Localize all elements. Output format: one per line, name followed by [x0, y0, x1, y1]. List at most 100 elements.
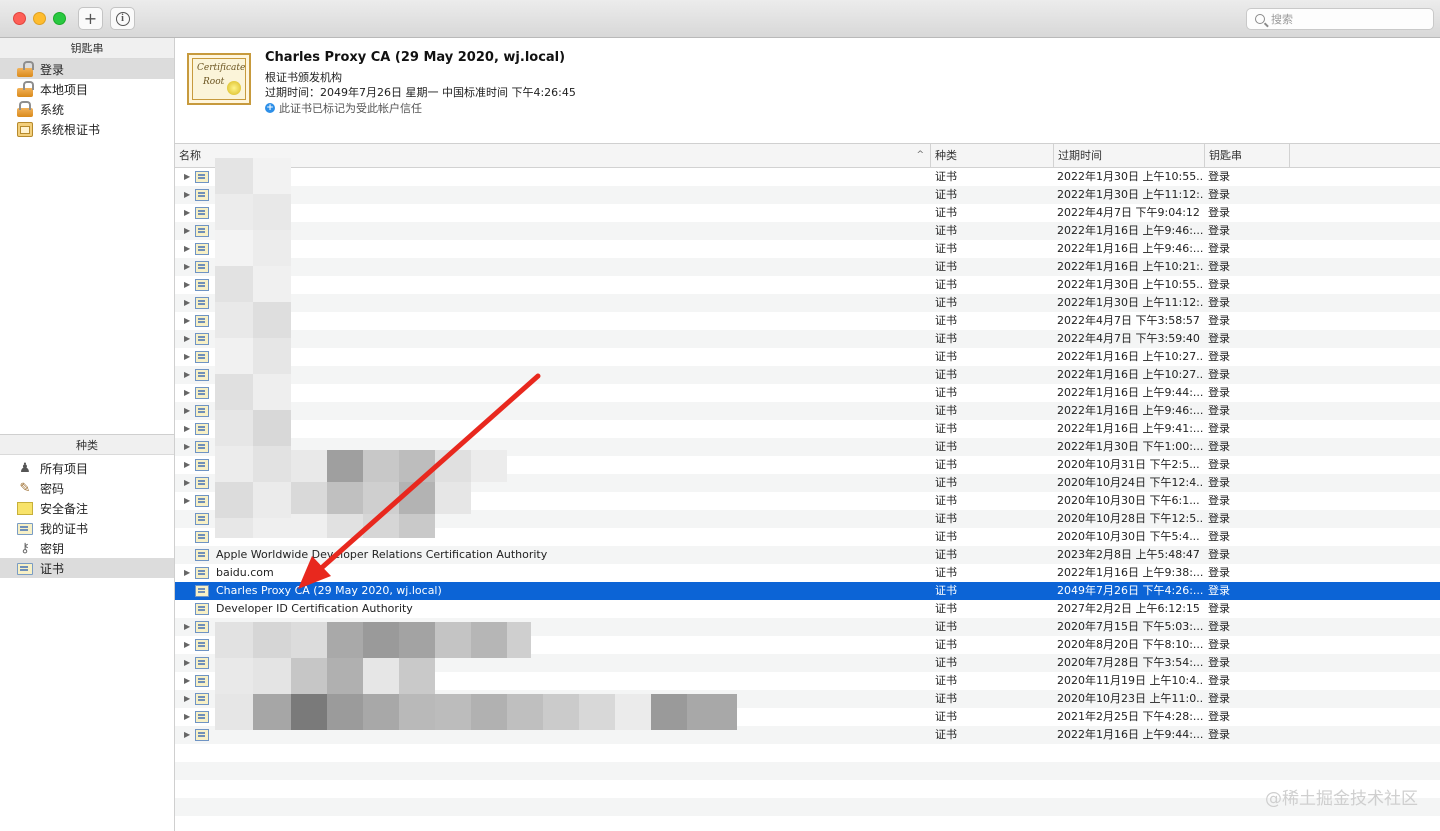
sidebar-keychain-item[interactable]: 系统根证书	[0, 119, 174, 139]
zoom-window-button[interactable]	[53, 12, 66, 25]
redaction-block	[363, 658, 399, 694]
redaction-block	[215, 694, 253, 730]
cell-kind: 证书	[935, 512, 957, 525]
table-row[interactable]: ▶ 证书 2022年1月30日 上午11:12:... 登录	[175, 186, 1440, 204]
disclosure-triangle-icon[interactable]: ▶	[184, 366, 190, 384]
disclosure-triangle-icon[interactable]: ▶	[184, 222, 190, 240]
table-row[interactable]: ▶ 证书 2022年4月7日 下午9:04:12 登录	[175, 204, 1440, 222]
cell-expires: 2022年1月30日 上午11:12:...	[1057, 188, 1203, 201]
disclosure-triangle-icon[interactable]: ▶	[184, 186, 190, 204]
cell-kind: 证书	[935, 710, 957, 723]
disclosure-triangle-icon[interactable]: ▶	[184, 654, 190, 672]
search-input[interactable]: 搜索	[1246, 8, 1434, 30]
disclosure-triangle-icon[interactable]: ▶	[184, 240, 190, 258]
table-row[interactable]: ▶ 证书 2022年4月7日 下午3:59:40 登录	[175, 330, 1440, 348]
disclosure-triangle-icon[interactable]: ▶	[184, 438, 190, 456]
sidebar-keychain-item-label: 系统根证书	[40, 122, 101, 137]
disclosure-triangle-icon[interactable]: ▶	[184, 204, 190, 222]
cell-expires: 2022年1月16日 上午9:46:...	[1057, 224, 1203, 237]
search-placeholder: 搜索	[1271, 13, 1293, 26]
certificate-icon	[195, 585, 209, 597]
table-row[interactable]: Apple Worldwide Developer Relations Cert…	[175, 546, 1440, 564]
sidebar-keychain-item[interactable]: 本地项目	[0, 79, 174, 99]
disclosure-triangle-icon[interactable]: ▶	[184, 492, 190, 510]
redaction-block	[253, 194, 291, 230]
table-row[interactable]: Developer ID Certification Authority 证书 20…	[175, 600, 1440, 618]
sidebar-kind-item[interactable]: 我的证书	[0, 518, 174, 538]
disclosure-triangle-icon[interactable]: ▶	[184, 312, 190, 330]
sidebar-keychain-item[interactable]: 系统	[0, 99, 174, 119]
cell-keychain: 登录	[1208, 368, 1230, 381]
redaction-block	[399, 658, 435, 694]
redaction-block	[327, 694, 363, 730]
cell-kind: 证书	[935, 548, 957, 561]
table-row[interactable]: Charles Proxy CA (29 May 2020, wj.local)…	[175, 582, 1440, 600]
disclosure-triangle-icon[interactable]: ▶	[184, 384, 190, 402]
cell-keychain: 登录	[1208, 530, 1230, 543]
table-row[interactable]: ▶ 证书 2022年1月16日 上午9:46:... 登录	[175, 240, 1440, 258]
disclosure-triangle-icon[interactable]: ▶	[184, 708, 190, 726]
disclosure-triangle-icon[interactable]: ▶	[184, 690, 190, 708]
cell-keychain: 登录	[1208, 728, 1230, 741]
sidebar-kind-item[interactable]: ⚷ 密钥	[0, 538, 174, 558]
table-row[interactable]: ▶ baidu.com 证书 2022年1月16日 上午9:38:... 登录	[175, 564, 1440, 582]
table-row[interactable]: ▶ 证书 2022年1月16日 上午9:46:... 登录	[175, 402, 1440, 420]
disclosure-triangle-icon[interactable]: ▶	[184, 726, 190, 744]
cell-kind: 证书	[935, 674, 957, 687]
disclosure-triangle-icon[interactable]: ▶	[184, 636, 190, 654]
redaction-block	[253, 338, 291, 374]
sort-ascending-icon: ^	[916, 150, 924, 160]
close-window-button[interactable]	[13, 12, 26, 25]
disclosure-triangle-icon[interactable]: ▶	[184, 474, 190, 492]
cell-keychain: 登录	[1208, 710, 1230, 723]
disclosure-triangle-icon[interactable]: ▶	[184, 420, 190, 438]
disclosure-triangle-icon[interactable]: ▶	[184, 276, 190, 294]
sidebar-kind-item[interactable]: 证书	[0, 558, 174, 578]
disclosure-triangle-icon[interactable]: ▶	[184, 348, 190, 366]
window-titlebar: + i 搜索	[0, 0, 1440, 38]
column-header-kind[interactable]: 种类	[931, 144, 1054, 168]
redaction-block	[291, 658, 327, 694]
disclosure-triangle-icon[interactable]: ▶	[184, 564, 190, 582]
table-row[interactable]: ▶.com证书2022年1月16日 上午10:27...登录	[175, 366, 1440, 384]
sidebar-keychain-item[interactable]: 登录	[0, 59, 174, 79]
table-row[interactable]: ▶ 证书 2022年1月30日 上午10:55... 登录	[175, 168, 1440, 186]
minimize-window-button[interactable]	[33, 12, 46, 25]
disclosure-triangle-icon[interactable]: ▶	[184, 258, 190, 276]
table-row[interactable]: ▶ 证书 2022年1月30日 上午10:55... 登录	[175, 276, 1440, 294]
cell-kind: 证书	[935, 296, 957, 309]
column-header-keychain[interactable]: 钥匙串	[1205, 144, 1290, 168]
table-row[interactable]: ▶.com证书2022年1月16日 上午10:27...登录	[175, 348, 1440, 366]
cell-keychain: 登录	[1208, 332, 1230, 345]
redaction-block	[215, 302, 253, 338]
people-icon: ♟	[19, 460, 31, 476]
table-row[interactable]: ▶ 证书 2022年1月16日 上午9:44:... 登录	[175, 384, 1440, 402]
sidebar-kind-item[interactable]: 安全备注	[0, 498, 174, 518]
disclosure-triangle-icon[interactable]: ▶	[184, 672, 190, 690]
table-row[interactable]: ▶ 证书 2022年1月16日 上午9:46:... 登录	[175, 222, 1440, 240]
disclosure-triangle-icon[interactable]: ▶	[184, 402, 190, 420]
redaction-block	[253, 230, 291, 266]
disclosure-triangle-icon[interactable]: ▶	[184, 456, 190, 474]
sidebar-kind-item[interactable]: ♟ 所有项目	[0, 458, 174, 478]
sidebar-kind-item-label: 安全备注	[40, 501, 89, 516]
disclosure-triangle-icon[interactable]: ▶	[184, 618, 190, 636]
cell-expires: 2022年1月30日 上午11:12:...	[1057, 296, 1203, 309]
get-info-button[interactable]: i	[110, 7, 135, 30]
table-row[interactable]: ▶ 证书 2022年1月16日 上午10:21:... 登录	[175, 258, 1440, 276]
certificate-icon	[195, 189, 209, 201]
column-header-expires[interactable]: 过期时间	[1054, 144, 1205, 168]
table-row[interactable]: ▶ 证书 2022年4月7日 下午3:58:57 登录	[175, 312, 1440, 330]
table-row[interactable]: ▶ 证书 2022年1月30日 上午11:12:... 登录	[175, 294, 1440, 312]
disclosure-triangle-icon[interactable]: ▶	[184, 168, 190, 186]
table-row[interactable]: ▶m证书2022年1月16日 上午9:41:...登录	[175, 420, 1440, 438]
disclosure-triangle-icon[interactable]: ▶	[184, 294, 190, 312]
disclosure-triangle-icon[interactable]: ▶	[184, 330, 190, 348]
sidebar-kind-item[interactable]: ✎ 密码	[0, 478, 174, 498]
certificate-icon	[17, 523, 33, 535]
add-item-button[interactable]: +	[78, 7, 103, 30]
redaction-block	[215, 622, 253, 658]
cell-kind: 证书	[935, 566, 957, 579]
empty-row	[175, 780, 1440, 798]
cell-expires: 2023年2月8日 上午5:48:47	[1057, 548, 1200, 561]
